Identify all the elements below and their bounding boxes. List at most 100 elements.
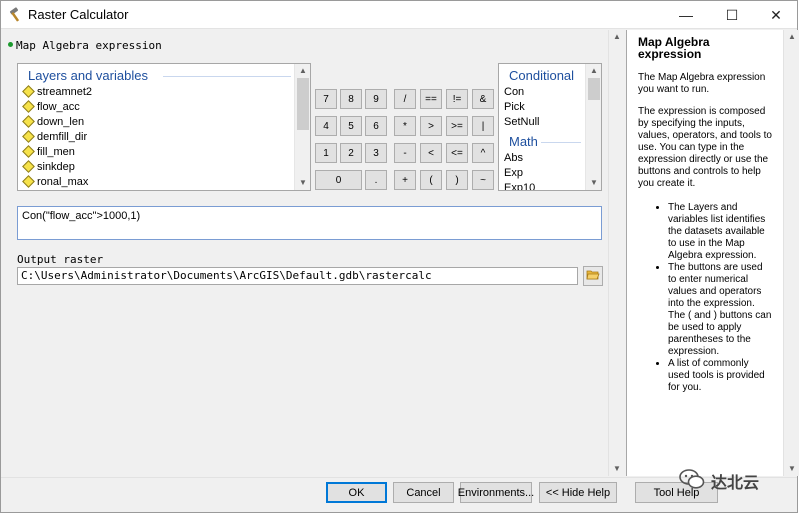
function-item[interactable]: Exp10 [504,182,535,190]
layer-item-label: flow_acc [37,100,80,113]
scroll-down-icon[interactable]: ▼ [586,176,601,190]
calc-button-greater-equal[interactable]: >= [446,116,468,136]
layer-item-label: streamnet2 [37,85,93,98]
layer-item[interactable]: down_len [22,114,84,129]
functions-scrollbar[interactable]: ▲ ▼ [585,64,601,190]
minimize-button[interactable]: — [663,1,709,29]
expression-input[interactable]: Con("flow_acc">1000,1) [17,206,602,240]
calc-button-7[interactable]: 7 [315,89,337,109]
calc-button-or[interactable]: | [472,116,494,136]
environments-button[interactable]: Environments... [458,482,534,503]
main-scrollbar[interactable]: ▲ ▼ [608,30,624,476]
expression-label: Map Algebra expression [16,39,162,52]
calc-button-minus[interactable]: - [394,143,416,163]
help-scrollbar[interactable]: ▲ ▼ [783,30,799,476]
layer-item-label: sinkdep [37,160,75,173]
help-paragraph: The expression is composed by specifying… [638,106,772,189]
calc-button-open-paren[interactable]: ( [420,170,442,190]
help-bullet-list: The Layers and variables list identifies… [638,202,772,394]
hide-help-button[interactable]: << Hide Help [539,482,617,503]
calc-button-1[interactable]: 1 [315,143,337,163]
calc-button-3[interactable]: 3 [365,143,387,163]
math-header: Math [509,134,538,149]
calc-button-not[interactable]: ~ [472,170,494,190]
calc-button-6[interactable]: 6 [365,116,387,136]
browse-folder-button[interactable] [583,266,603,286]
help-bullet: The Layers and variables list identifies… [668,202,772,262]
raster-layer-icon [22,145,35,158]
close-button[interactable]: ✕ [753,1,799,29]
watermark: 达北云 [679,466,759,496]
output-raster-input[interactable]: C:\Users\Administrator\Documents\ArcGIS\… [17,267,578,285]
function-item[interactable]: Exp [504,167,523,179]
scroll-up-icon[interactable]: ▲ [784,30,800,44]
scroll-up-icon[interactable]: ▲ [609,30,625,44]
watermark-text: 达北云 [711,475,760,492]
scroll-thumb[interactable] [588,78,600,100]
dialog-button-bar: OK Cancel Environments... << Hide Help T… [1,477,797,512]
calc-button-decimal[interactable]: . [365,170,387,190]
calc-button-4[interactable]: 4 [315,116,337,136]
calc-button-8[interactable]: 8 [340,89,362,109]
calc-button-plus[interactable]: + [394,170,416,190]
window-title: Raster Calculator [28,7,129,22]
calc-button-not-equal[interactable]: != [446,89,468,109]
raster-layer-icon [22,115,35,128]
scroll-up-icon[interactable]: ▲ [586,64,601,78]
layer-item[interactable]: flow_acc [22,99,80,114]
calc-button-close-paren[interactable]: ) [446,170,468,190]
calc-button-5[interactable]: 5 [340,116,362,136]
layers-scrollbar[interactable]: ▲ ▼ [294,64,310,190]
layer-item[interactable]: streamnet2 [22,84,92,99]
raster-layer-icon [22,160,35,173]
calc-button-and[interactable]: & [472,89,494,109]
help-title: Map Algebra expression [638,35,710,61]
raster-layer-icon [22,130,35,143]
hammer-icon [8,7,24,23]
calc-button-less[interactable]: < [420,143,442,163]
calc-button-divide[interactable]: / [394,89,416,109]
layer-item-label: fill_men [37,145,75,158]
calc-button-less-equal[interactable]: <= [446,143,468,163]
function-item[interactable]: Abs [504,152,523,164]
function-item[interactable]: Con [504,86,524,98]
functions-listbox[interactable]: Conditional Con Pick SetNull Math Abs Ex… [498,63,602,191]
layer-item[interactable]: ronal_max [22,174,88,189]
layers-listbox[interactable]: Layers and variables streamnet2 flow_acc… [17,63,311,191]
calc-button-greater[interactable]: > [420,116,442,136]
calc-button-xor[interactable]: ^ [472,143,494,163]
maximize-button[interactable]: ☐ [709,1,755,29]
raster-layer-icon [22,85,35,98]
calc-button-equal[interactable]: == [420,89,442,109]
calc-button-multiply[interactable]: * [394,116,416,136]
scroll-down-icon[interactable]: ▼ [784,462,800,476]
layer-item[interactable]: fill_men [22,144,75,159]
scroll-down-icon[interactable]: ▼ [609,462,625,476]
main-pane: Map Algebra expression Layers and variab… [2,30,624,476]
layer-item-label: ronal_max [37,175,89,188]
output-raster-label: Output raster [17,253,104,266]
help-panel: Map Algebra expression The Map Algebra e… [626,30,783,476]
scroll-up-icon[interactable]: ▲ [295,64,310,78]
scroll-down-icon[interactable]: ▼ [295,176,310,190]
calc-button-2[interactable]: 2 [340,143,362,163]
conditional-header: Conditional [509,68,575,83]
required-dot-icon [8,42,13,47]
scroll-thumb[interactable] [297,78,309,130]
function-item[interactable]: Pick [504,101,525,113]
layers-header: Layers and variables [28,68,148,83]
ok-button[interactable]: OK [326,482,387,503]
layer-item[interactable]: demfill_dir [22,129,87,144]
function-item[interactable]: SetNull [504,116,539,128]
math-header-rule [541,142,581,143]
layer-item-label: demfill_dir [37,130,88,143]
raster-calculator-window: Raster Calculator — ☐ ✕ Map Algebra expr… [0,0,799,513]
help-paragraph: The Map Algebra expression you want to r… [638,72,766,95]
title-bar: Raster Calculator — ☐ ✕ [1,1,797,29]
calc-button-9[interactable]: 9 [365,89,387,109]
layer-item[interactable]: sinkdep [22,159,75,174]
raster-layer-icon [22,175,35,188]
open-folder-icon [586,269,600,284]
cancel-button[interactable]: Cancel [393,482,454,503]
calc-button-0[interactable]: 0 [315,170,362,190]
